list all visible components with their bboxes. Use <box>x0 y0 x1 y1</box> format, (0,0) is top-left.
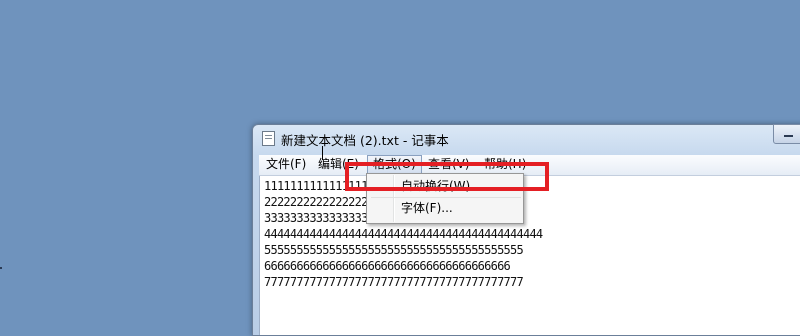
title-bar[interactable]: 新建文本文档 (2).txt - 记事本 <box>253 124 800 151</box>
notepad-icon <box>262 131 275 146</box>
menu-file[interactable]: 文件(F) <box>261 155 311 174</box>
desktop-mark <box>0 267 2 269</box>
text-editor[interactable]: 1111111111111111111111111111111111111111… <box>259 176 800 335</box>
font-menu-item[interactable]: 字体(F)... <box>369 198 521 218</box>
text-line: 4444444444444444444444444444444444444444… <box>264 227 543 241</box>
text-caret <box>322 146 323 160</box>
text-line: 5555555555555555555555555555555555555555 <box>264 243 524 257</box>
text-line: 7777777777777777777777777777777777777777 <box>264 275 524 289</box>
red-highlight-box <box>345 162 549 191</box>
minimize-button[interactable] <box>773 124 800 144</box>
window-title: 新建文本文档 (2).txt - 记事本 <box>281 133 449 148</box>
notepad-window: 新建文本文档 (2).txt - 记事本 文件(F) 编辑(E) 格式(O) 查… <box>252 124 800 336</box>
text-line: 66666666666666666666666666666666666666 <box>264 259 511 273</box>
